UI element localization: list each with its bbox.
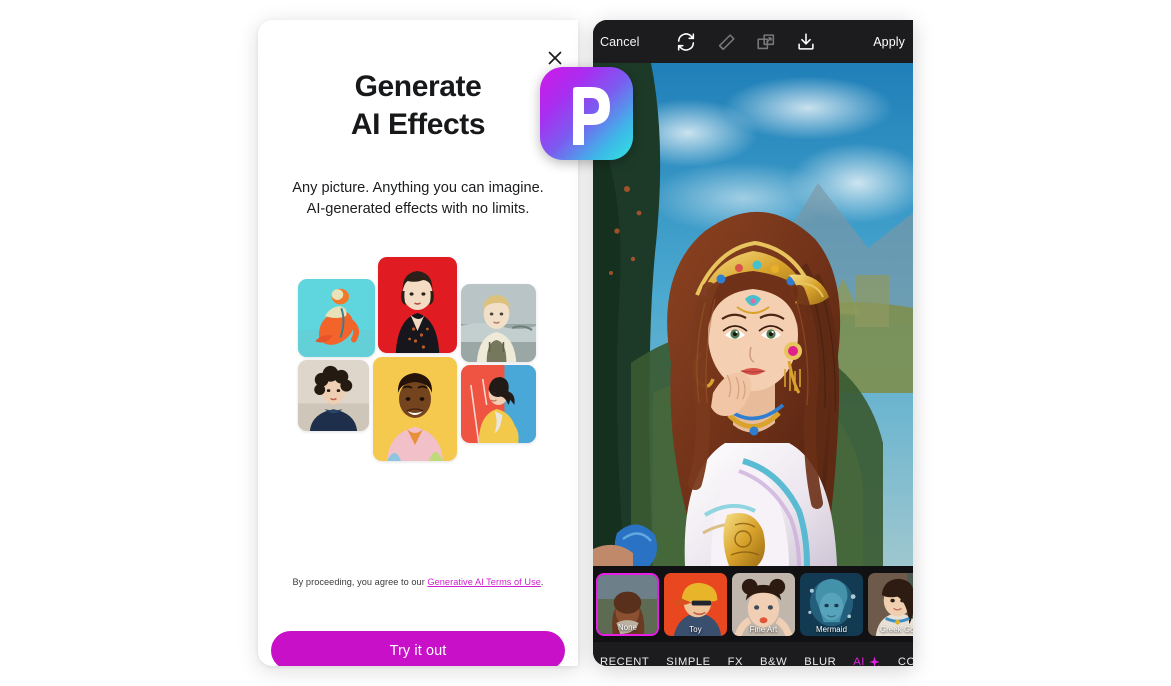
illustration-curly-hair: [298, 360, 369, 431]
generative-ai-terms-link[interactable]: Generative AI Terms of Use: [427, 577, 540, 587]
effect-thumbnail-mermaid[interactable]: Mermaid: [800, 572, 863, 636]
refresh-icon[interactable]: [675, 31, 697, 53]
tab-fx[interactable]: FX: [728, 656, 743, 666]
tab-simple[interactable]: SIMPLE: [666, 656, 710, 666]
editor-toolbar: Cancel Apply: [593, 20, 913, 63]
edited-photo[interactable]: [593, 63, 913, 566]
download-icon[interactable]: [795, 31, 817, 53]
effect-thumbnail-toy[interactable]: Toy: [664, 572, 727, 636]
tab-blur[interactable]: BLUR: [804, 656, 836, 666]
illustration-dancer-teal: [298, 279, 375, 357]
effect-category-tabs[interactable]: RECENT SIMPLE FX B&W BLUR AI COLOR: [593, 642, 913, 666]
screenshot-root: Generate AI Effects Any picture. Anythin…: [0, 0, 1171, 686]
effect-label: Greek God: [879, 624, 913, 634]
effect-thumbnail-fine-art[interactable]: Fine Art: [732, 572, 795, 636]
effect-label: Mermaid: [815, 624, 848, 634]
tab-recent[interactable]: RECENT: [600, 656, 649, 666]
tab-ai-label: AI: [853, 656, 865, 666]
cancel-button[interactable]: Cancel: [600, 35, 640, 49]
compare-icon[interactable]: [755, 31, 777, 53]
tab-ai[interactable]: AI: [853, 656, 881, 666]
illustration-girl-overalls: [461, 284, 536, 362]
effect-label: Toy: [689, 624, 702, 634]
effects-preview-collage: [258, 252, 578, 467]
sparkle-icon: [868, 656, 881, 666]
generate-ai-effects-dialog: Generate AI Effects Any picture. Anythin…: [258, 20, 578, 666]
terms-prefix: By proceeding, you agree to our: [292, 577, 428, 587]
effect-label: Fine Art: [749, 624, 778, 634]
terms-suffix: .: [540, 577, 544, 587]
try-it-out-button[interactable]: Try it out: [271, 631, 565, 666]
title-line-2: AI Effects: [350, 108, 486, 142]
illustration-woman-red: [378, 257, 457, 353]
title-line-1: Generate: [354, 70, 482, 103]
illustration-smiling-man: [373, 357, 457, 461]
tab-bw[interactable]: B&W: [760, 656, 787, 666]
effect-label: None: [617, 622, 638, 632]
effect-thumbnail-greek-god[interactable]: Greek God: [868, 572, 913, 636]
page-title: Generate AI Effects: [258, 68, 578, 145]
effect-thumbnail-none[interactable]: None: [596, 572, 659, 636]
terms-text: By proceeding, you agree to our Generati…: [258, 577, 578, 587]
eraser-icon[interactable]: [715, 31, 737, 53]
illustration-yellow-coat: [461, 365, 536, 443]
photo-editor-panel: Cancel Apply None Toy Fine Art Mermaid G…: [593, 20, 913, 666]
apply-button[interactable]: Apply: [873, 35, 905, 49]
dialog-subtitle: Any picture. Anything you can imagine. A…: [292, 180, 544, 217]
tab-color[interactable]: COLOR: [898, 656, 913, 666]
picsart-logo: [540, 67, 633, 160]
effects-thumbnail-strip[interactable]: None Toy Fine Art Mermaid Greek Go: [593, 566, 913, 642]
